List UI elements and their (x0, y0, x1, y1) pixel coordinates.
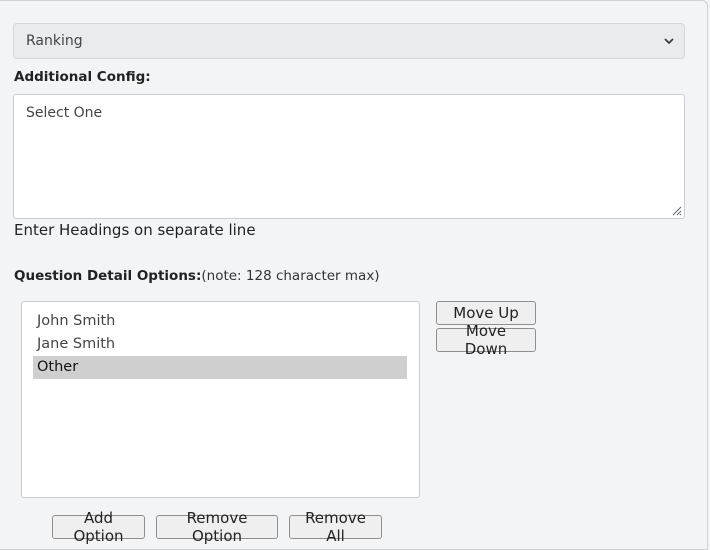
question-type-selected-value: Ranking (26, 33, 83, 49)
question-detail-options-label: Question Detail Options:(note: 128 chara… (14, 268, 380, 284)
list-item[interactable]: Jane Smith (33, 333, 407, 356)
remove-option-button[interactable]: Remove Option (156, 509, 278, 545)
move-down-button[interactable]: Move Down (436, 322, 536, 358)
list-item[interactable]: John Smith (33, 310, 407, 333)
resize-grip-icon[interactable] (670, 204, 682, 216)
remove-all-button[interactable]: Remove All (289, 509, 382, 545)
question-options-listbox[interactable]: John Smith Jane Smith Other (21, 301, 420, 498)
list-item-selected[interactable]: Other (33, 356, 407, 379)
question-detail-options-title: Question Detail Options: (14, 268, 202, 284)
character-limit-note: (note: 128 character max) (201, 268, 380, 284)
additional-config-value: Select One (26, 105, 103, 121)
add-option-button[interactable]: Add Option (52, 509, 145, 545)
headings-helper-text: Enter Headings on separate line (14, 221, 256, 239)
additional-config-textarea[interactable]: Select One (13, 94, 685, 219)
question-type-select[interactable]: Ranking (13, 23, 685, 59)
additional-config-label: Additional Config: (14, 69, 151, 85)
form-panel: Ranking Additional Config: Select One En… (0, 0, 708, 550)
chevron-down-icon (664, 38, 674, 45)
